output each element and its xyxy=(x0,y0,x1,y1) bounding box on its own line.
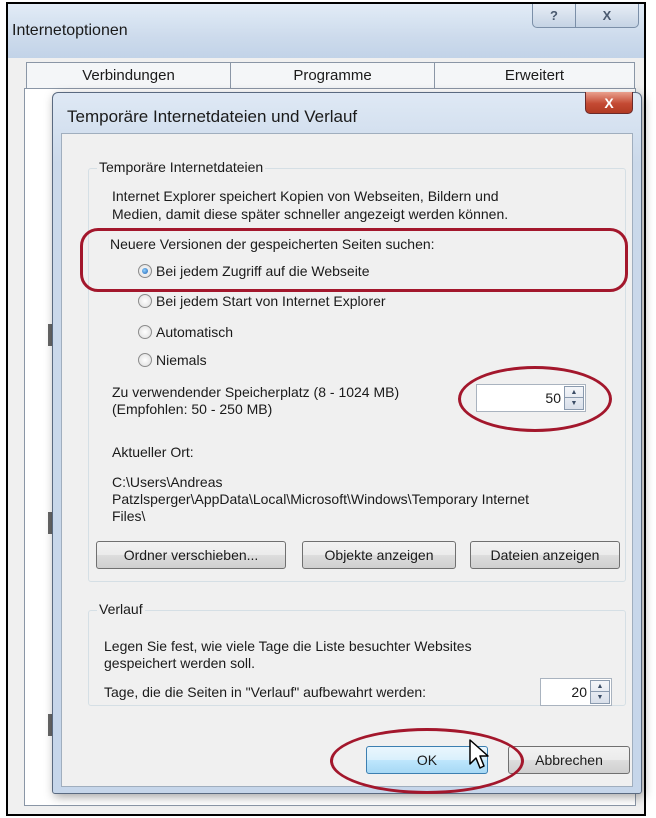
history-days-value[interactable]: 20 xyxy=(571,684,587,700)
current-location-path-line1: C:\Users\Andreas xyxy=(112,474,223,490)
cancel-button[interactable]: Abbrechen xyxy=(508,746,630,774)
history-description-line2: gespeichert werden soll. xyxy=(104,655,255,671)
mouse-cursor-icon xyxy=(469,739,489,769)
radio-button[interactable] xyxy=(138,294,152,308)
current-location-path-line3: Files\ xyxy=(112,508,146,524)
spinner-buttons[interactable]: ▲ ▼ xyxy=(590,680,610,704)
history-description-line1: Legen Sie fest, wie viele Tage die Liste… xyxy=(104,638,472,654)
spinner-up-icon[interactable]: ▲ xyxy=(591,681,609,692)
radio-label: Automatisch xyxy=(156,324,234,340)
window-title-bar: Internetoptionen ? X xyxy=(8,4,644,58)
highlight-ok-button xyxy=(330,728,524,794)
radio-label: Bei jedem Start von Internet Explorer xyxy=(156,293,386,309)
window-title: Internetoptionen xyxy=(12,22,128,39)
radio-label: Niemals xyxy=(156,352,207,368)
view-files-button[interactable]: Dateien anzeigen xyxy=(470,541,620,569)
radio-never[interactable]: Niemals xyxy=(138,352,207,368)
dialog-close-button[interactable]: X xyxy=(585,92,633,114)
tab-programs[interactable]: Programme xyxy=(230,62,435,88)
current-location-path-line2: Patzlsperger\AppData\Local\Microsoft\Win… xyxy=(112,491,530,507)
temp-files-description-line2: Medien, damit diese später schneller ang… xyxy=(112,206,509,222)
history-group-label: Verlauf xyxy=(97,601,145,617)
radio-button[interactable] xyxy=(138,353,152,367)
highlight-check-settings xyxy=(80,228,628,292)
history-days-spinner[interactable]: 20 ▲ ▼ xyxy=(540,678,612,706)
tab-advanced[interactable]: Erweitert xyxy=(434,62,635,88)
highlight-disk-space xyxy=(458,366,612,432)
disk-space-recommended-label: (Empfohlen: 50 - 250 MB) xyxy=(112,401,273,417)
tab-connections[interactable]: Verbindungen xyxy=(26,62,231,88)
move-folder-button[interactable]: Ordner verschieben... xyxy=(96,541,286,569)
spinner-down-icon[interactable]: ▼ xyxy=(591,692,609,703)
disk-space-label: Zu verwendender Speicherplatz (8 - 1024 … xyxy=(112,384,400,400)
radio-automatic[interactable]: Automatisch xyxy=(138,324,233,340)
temp-files-description-line1: Internet Explorer speichert Kopien von W… xyxy=(112,188,499,204)
view-objects-button[interactable]: Objekte anzeigen xyxy=(302,541,456,569)
tab-strip: Verbindungen Programme Erweitert xyxy=(26,62,636,88)
radio-every-start[interactable]: Bei jedem Start von Internet Explorer xyxy=(138,293,386,309)
temp-files-group-label: Temporäre Internetdateien xyxy=(97,159,266,175)
window-close-button[interactable]: X xyxy=(575,4,639,28)
dialog-title: Temporäre Internetdateien und Verlauf xyxy=(67,107,358,126)
history-days-label: Tage, die die Seiten in "Verlauf" aufbew… xyxy=(104,684,427,700)
help-button[interactable]: ? xyxy=(532,4,576,28)
radio-button[interactable] xyxy=(138,325,152,339)
current-location-label: Aktueller Ort: xyxy=(112,444,194,460)
